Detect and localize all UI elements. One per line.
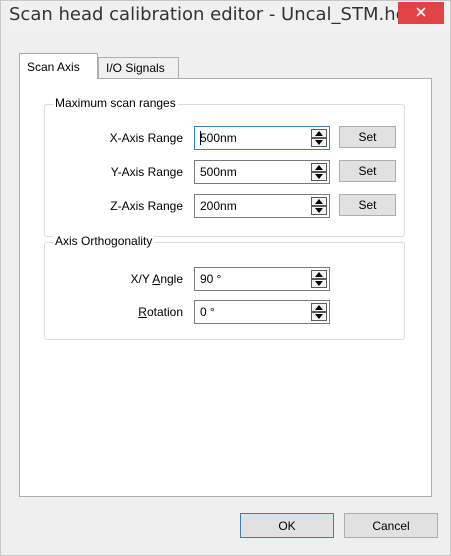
rotation-row: Rotation 0 °: [45, 300, 404, 324]
z-axis-range-row: Z-Axis Range 200nm Set: [45, 194, 404, 218]
x-axis-range-spinner[interactable]: [311, 129, 327, 147]
spin-down-icon[interactable]: [311, 312, 327, 321]
y-axis-range-field[interactable]: 500nm: [194, 160, 330, 184]
scan-ranges-group-label: Maximum scan ranges: [53, 96, 178, 110]
ok-button[interactable]: OK: [240, 513, 334, 538]
rotation-spinner[interactable]: [311, 303, 327, 321]
x-axis-range-field[interactable]: 500nm: [194, 126, 330, 150]
y-axis-range-value: 500nm: [200, 165, 237, 179]
window-title: Scan head calibration editor - Uncal_STM…: [9, 4, 419, 25]
xy-angle-spinner[interactable]: [311, 270, 327, 288]
tab-scan-axis[interactable]: Scan Axis: [19, 53, 98, 79]
z-axis-range-field[interactable]: 200nm: [194, 194, 330, 218]
x-axis-range-row: X-Axis Range 500nm Set: [45, 126, 404, 150]
scan-axis-panel: Maximum scan ranges X-Axis Range 500nm S…: [19, 78, 432, 497]
spin-up-icon[interactable]: [311, 197, 327, 206]
z-axis-range-value: 200nm: [200, 199, 237, 213]
y-axis-range-spinner[interactable]: [311, 163, 327, 181]
y-axis-range-label: Y-Axis Range: [110, 165, 183, 179]
cancel-button[interactable]: Cancel: [344, 513, 438, 538]
close-button[interactable]: [398, 2, 444, 24]
x-axis-range-value: 500nm: [200, 131, 237, 145]
spin-up-icon[interactable]: [311, 129, 327, 138]
spin-up-icon[interactable]: [311, 270, 327, 279]
close-icon: [416, 6, 426, 20]
spin-down-icon[interactable]: [311, 138, 327, 147]
xy-angle-value: 90 °: [200, 272, 222, 286]
z-axis-range-label: Z-Axis Range: [110, 199, 183, 213]
spin-up-icon[interactable]: [311, 163, 327, 172]
spin-up-icon[interactable]: [311, 303, 327, 312]
rotation-field[interactable]: 0 °: [194, 300, 330, 324]
calibration-editor-window: Scan head calibration editor - Uncal_STM…: [0, 0, 451, 556]
xy-angle-label: X/Y Angle: [130, 272, 184, 286]
xy-angle-field[interactable]: 90 °: [194, 267, 330, 291]
spin-down-icon[interactable]: [311, 206, 327, 215]
z-axis-range-spinner[interactable]: [311, 197, 327, 215]
spin-down-icon[interactable]: [311, 279, 327, 288]
rotation-value: 0 °: [200, 305, 215, 319]
x-axis-set-button[interactable]: Set: [339, 126, 396, 148]
text-caret: [200, 131, 201, 145]
z-axis-set-button[interactable]: Set: [339, 194, 396, 216]
rotation-label: Rotation: [138, 305, 183, 319]
y-axis-range-row: Y-Axis Range 500nm Set: [45, 160, 404, 184]
scan-ranges-group: Maximum scan ranges X-Axis Range 500nm S…: [44, 96, 405, 237]
spin-down-icon[interactable]: [311, 172, 327, 181]
orthogonality-group: Axis Orthogonality X/Y Angle 90 ° Rotati…: [44, 234, 405, 340]
y-axis-set-button[interactable]: Set: [339, 160, 396, 182]
tab-io-signals[interactable]: I/O Signals: [98, 57, 179, 79]
orthogonality-group-label: Axis Orthogonality: [53, 234, 155, 248]
x-axis-range-label: X-Axis Range: [109, 131, 183, 145]
title-bar[interactable]: Scan head calibration editor - Uncal_STM…: [1, 1, 450, 32]
xy-angle-row: X/Y Angle 90 °: [45, 267, 404, 291]
